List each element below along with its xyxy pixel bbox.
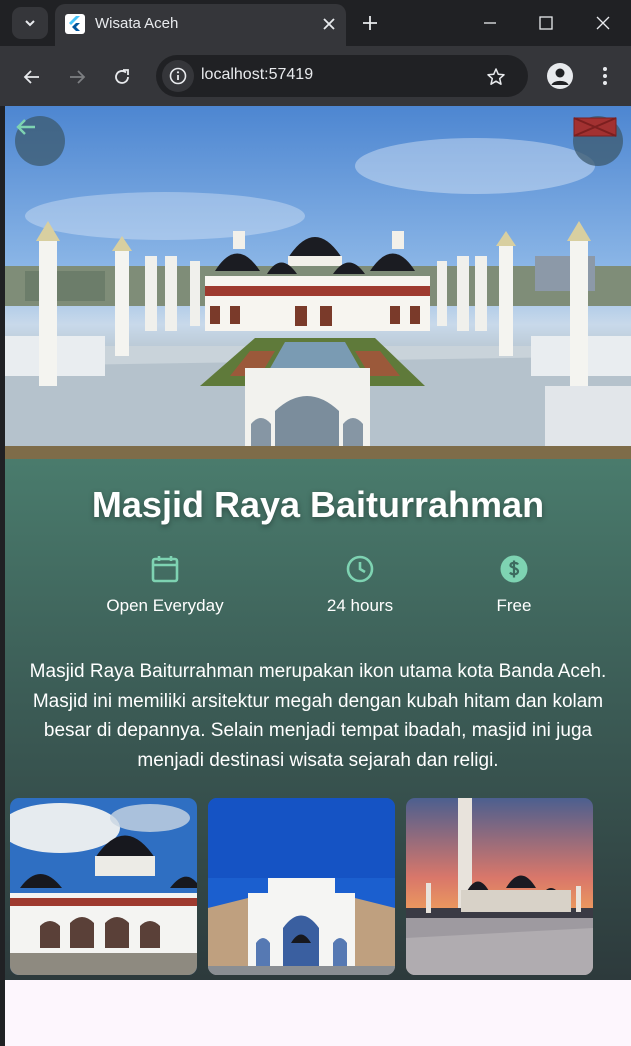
calendar-icon <box>151 556 179 583</box>
favorite-button[interactable] <box>573 116 623 166</box>
chevron-down-icon <box>25 20 35 27</box>
site-info-button[interactable] <box>162 60 194 92</box>
back-circle-button[interactable] <box>15 116 65 166</box>
profile-avatar[interactable] <box>547 63 573 89</box>
arrow-right-icon <box>70 70 86 84</box>
description-text: Masjid Raya Baiturrahman merupakan ikon … <box>29 661 607 771</box>
tab-search-button[interactable] <box>12 7 48 39</box>
info-label: Free <box>496 596 532 615</box>
minimize-button[interactable] <box>475 9 505 37</box>
back-button[interactable] <box>17 62 47 92</box>
arrow-left-icon <box>16 119 35 135</box>
bookmark-button[interactable] <box>482 63 510 91</box>
reload-icon <box>115 69 129 84</box>
hero-image <box>5 106 631 459</box>
url-text: localhost:57419 <box>201 66 314 83</box>
browser-menu-button[interactable] <box>592 63 618 89</box>
reload-button[interactable] <box>107 62 137 92</box>
page-title: Masjid Raya Baiturrahman <box>91 484 545 525</box>
info-icon <box>169 67 187 85</box>
window-close-button[interactable] <box>588 9 618 37</box>
broken-image-icon <box>573 117 617 137</box>
browser-toolbar: localhost:57419 <box>0 46 631 106</box>
browser-tab[interactable]: Wisata Aceh <box>55 4 346 46</box>
info-hours: 24 hours <box>280 552 440 616</box>
gallery-image[interactable] <box>10 798 197 975</box>
info-price: Free <box>434 552 594 616</box>
minimize-icon <box>484 22 496 24</box>
maximize-icon <box>539 16 553 30</box>
person-icon <box>551 68 569 85</box>
gallery-image[interactable] <box>208 798 395 975</box>
detail-screen: Masjid Raya Baiturrahman Open Everyday 2… <box>5 106 631 980</box>
dollar-icon <box>500 555 528 583</box>
address-bar[interactable]: localhost:57419 <box>156 55 528 97</box>
browser-titlebar: Wisata Aceh <box>0 0 631 46</box>
maximize-button[interactable] <box>531 9 561 37</box>
new-tab-button[interactable] <box>357 10 383 36</box>
tab-close-button[interactable] <box>317 12 341 36</box>
photo-gallery <box>10 798 631 976</box>
info-label: 24 hours <box>326 596 394 615</box>
star-icon <box>487 68 505 85</box>
plus-icon <box>363 16 377 30</box>
info-schedule: Open Everyday <box>85 552 245 616</box>
forward-button[interactable] <box>62 62 92 92</box>
close-icon <box>323 18 335 30</box>
page-viewport: Masjid Raya Baiturrahman Open Everyday 2… <box>5 106 631 1046</box>
info-label: Open Everyday <box>106 596 224 615</box>
tab-title: Wisata Aceh <box>95 15 179 32</box>
more-vert-icon <box>603 67 607 85</box>
flutter-icon <box>65 14 85 34</box>
gallery-image[interactable] <box>406 798 593 975</box>
arrow-left-icon <box>23 70 39 84</box>
close-icon <box>596 16 610 30</box>
clock-icon <box>346 555 374 583</box>
